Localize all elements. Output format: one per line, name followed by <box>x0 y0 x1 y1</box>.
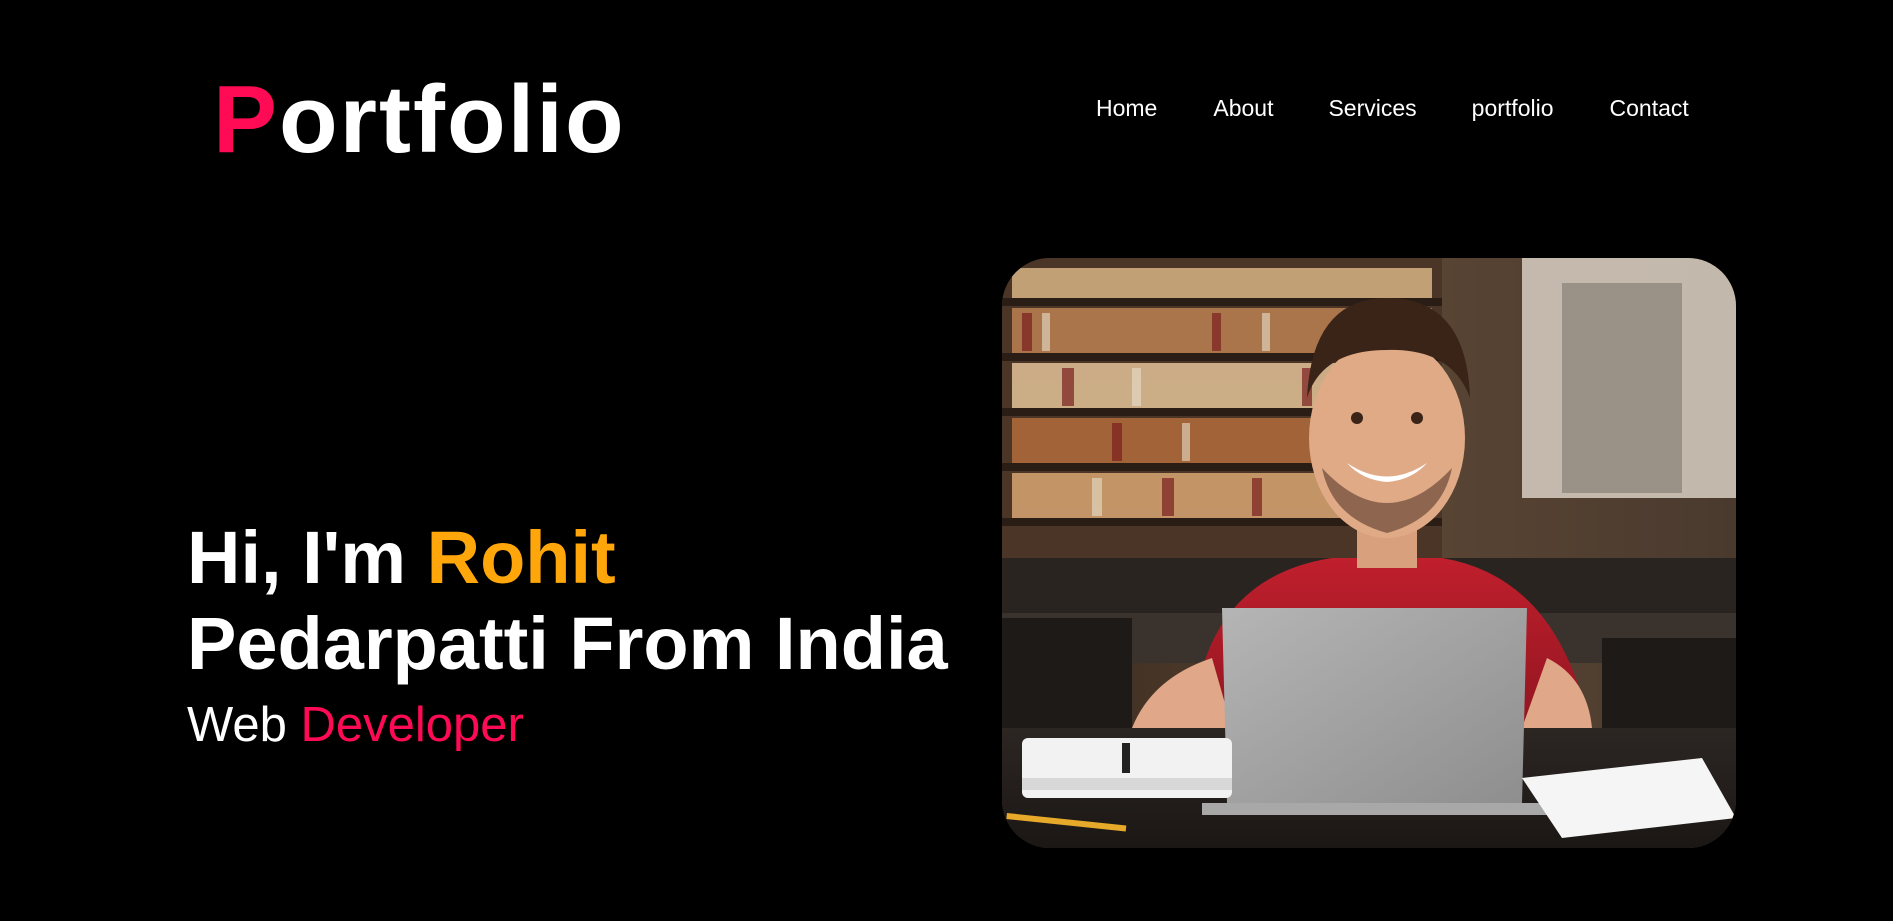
hero-heading-line1: Hi, I'm Rohit <box>187 515 948 601</box>
profile-photo <box>1002 258 1736 848</box>
nav-portfolio-link[interactable]: portfolio <box>1472 94 1554 122</box>
nav-services-link[interactable]: Services <box>1328 94 1416 122</box>
main-nav: Home About Services portfolio Contact <box>1096 94 1689 122</box>
hero-greeting: Hi, I'm <box>187 516 427 599</box>
hero-intro: Hi, I'm Rohit Pedarpatti From India Web … <box>187 515 948 755</box>
nav-home-link[interactable]: Home <box>1096 94 1157 122</box>
logo-accent-letter: P <box>213 66 280 173</box>
hero-first-name: Rohit <box>426 516 616 599</box>
hero-heading-line2: Pedarpatti From India <box>187 602 948 685</box>
student-with-laptop-photo-icon <box>1002 258 1736 848</box>
logo-text: ortfolio <box>279 66 626 173</box>
site-logo[interactable]: Portfolio <box>213 72 626 168</box>
hero-role-prefix: Web <box>187 698 301 752</box>
page: Portfolio Home About Services portfolio … <box>0 0 1893 921</box>
hero-role: Web Developer <box>187 695 948 755</box>
hero-role-accent: Developer <box>300 698 524 752</box>
nav-contact-link[interactable]: Contact <box>1610 94 1689 122</box>
nav-about-link[interactable]: About <box>1213 94 1273 122</box>
